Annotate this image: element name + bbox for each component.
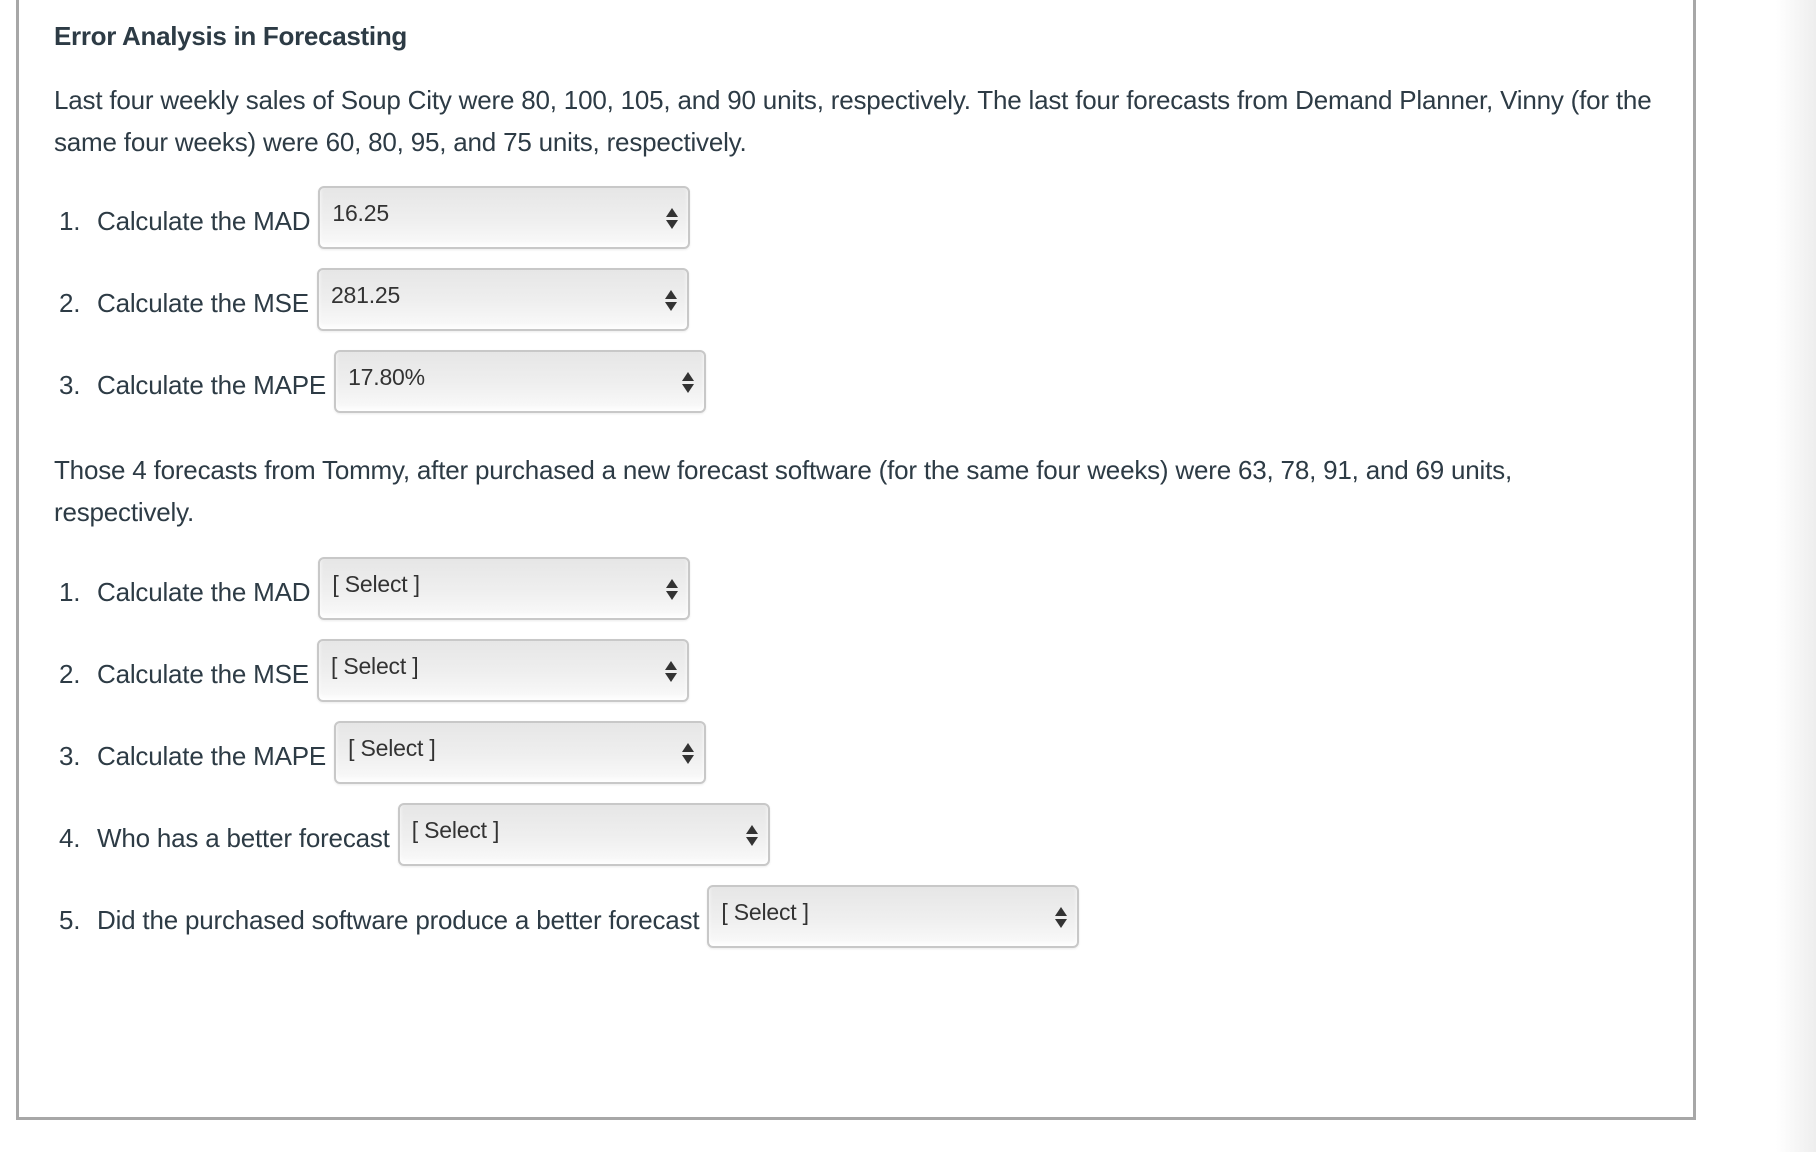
- label-text: Calculate the MAD: [97, 205, 311, 236]
- answer-row-software-better: 5. Did the purchased software produce a b…: [59, 884, 1080, 948]
- list-number: 1.: [59, 205, 81, 236]
- label-text: Calculate the MAPE: [97, 740, 327, 771]
- mape-tommy-select[interactable]: [ Select ]: [334, 720, 707, 784]
- answer-label: 3. Calculate the MAPE: [59, 733, 326, 772]
- software-better-select[interactable]: [ Select ]: [707, 884, 1080, 948]
- question-card: Error Analysis in Forecasting Last four …: [16, 0, 1696, 1120]
- better-forecast-select[interactable]: [ Select ]: [397, 802, 770, 866]
- question-text-vinny: Last four weekly sales of Soup City were…: [54, 85, 1652, 157]
- select-arrows-icon: [1055, 906, 1068, 929]
- label-text: Calculate the MSE: [97, 658, 309, 689]
- select-arrows-icon: [682, 371, 695, 394]
- answer-row-mad-vinny: 1. Calculate the MAD 16.25: [59, 185, 691, 249]
- selected-value: 16.25: [332, 199, 389, 226]
- list-number: 4.: [59, 822, 81, 853]
- answer-label: 5. Did the purchased software produce a b…: [59, 897, 700, 936]
- list-number: 5.: [59, 904, 81, 935]
- answer-label: 3. Calculate the MAPE: [59, 362, 326, 401]
- answer-label: 4. Who has a better forecast: [59, 815, 390, 854]
- mape-vinny-select[interactable]: 17.80%: [334, 349, 707, 413]
- answer-label: 1. Calculate the MAD: [59, 198, 311, 237]
- answer-row-mape-tommy: 3. Calculate the MAPE [ Select ]: [59, 720, 707, 784]
- answer-row-better-forecast: 4. Who has a better forecast [ Select ]: [59, 802, 770, 866]
- mse-vinny-select[interactable]: 281.25: [316, 267, 689, 331]
- question-text-tommy: Those 4 forecasts from Tommy, after purc…: [54, 455, 1512, 527]
- question-title: Error Analysis in Forecasting: [54, 21, 408, 51]
- selected-value: [ Select ]: [332, 570, 420, 597]
- label-text: Calculate the MAD: [97, 576, 311, 607]
- label-text: Who has a better forecast: [97, 822, 390, 853]
- mad-tommy-select[interactable]: [ Select ]: [318, 556, 691, 620]
- selected-value: 17.80%: [348, 363, 425, 390]
- answer-row-mad-tommy: 1. Calculate the MAD [ Select ]: [59, 556, 691, 620]
- select-arrows-icon: [682, 742, 695, 765]
- answer-label: 2. Calculate the MSE: [59, 651, 309, 690]
- list-number: 3.: [59, 369, 81, 400]
- answer-row-mape-vinny: 3. Calculate the MAPE 17.80%: [59, 349, 707, 413]
- select-arrows-icon: [664, 289, 677, 312]
- answer-label: 2. Calculate the MSE: [59, 280, 309, 319]
- select-arrows-icon: [745, 824, 758, 847]
- label-text: Did the purchased software produce a bet…: [97, 904, 700, 935]
- select-arrows-icon: [666, 578, 679, 601]
- selected-value: [ Select ]: [411, 816, 500, 843]
- selected-value: [ Select ]: [348, 734, 436, 761]
- list-number: 2.: [59, 658, 81, 689]
- mad-vinny-select[interactable]: 16.25: [318, 185, 691, 249]
- list-number: 3.: [59, 740, 81, 771]
- selected-value: [ Select ]: [330, 652, 419, 679]
- selected-value: [ Select ]: [721, 898, 809, 925]
- answer-row-mse-tommy: 2. Calculate the MSE [ Select ]: [59, 638, 689, 702]
- answer-label: 1. Calculate the MAD: [59, 569, 311, 608]
- list-number: 1.: [59, 576, 81, 607]
- answer-row-mse-vinny: 2. Calculate the MSE 281.25: [59, 267, 689, 331]
- label-text: Calculate the MAPE: [97, 369, 327, 400]
- select-arrows-icon: [666, 207, 679, 230]
- select-arrows-icon: [664, 660, 677, 683]
- list-number: 2.: [59, 287, 81, 318]
- page-edge-shadow: [1776, 0, 1816, 1152]
- selected-value: 281.25: [330, 281, 401, 308]
- label-text: Calculate the MSE: [97, 287, 309, 318]
- mse-tommy-select[interactable]: [ Select ]: [316, 638, 689, 702]
